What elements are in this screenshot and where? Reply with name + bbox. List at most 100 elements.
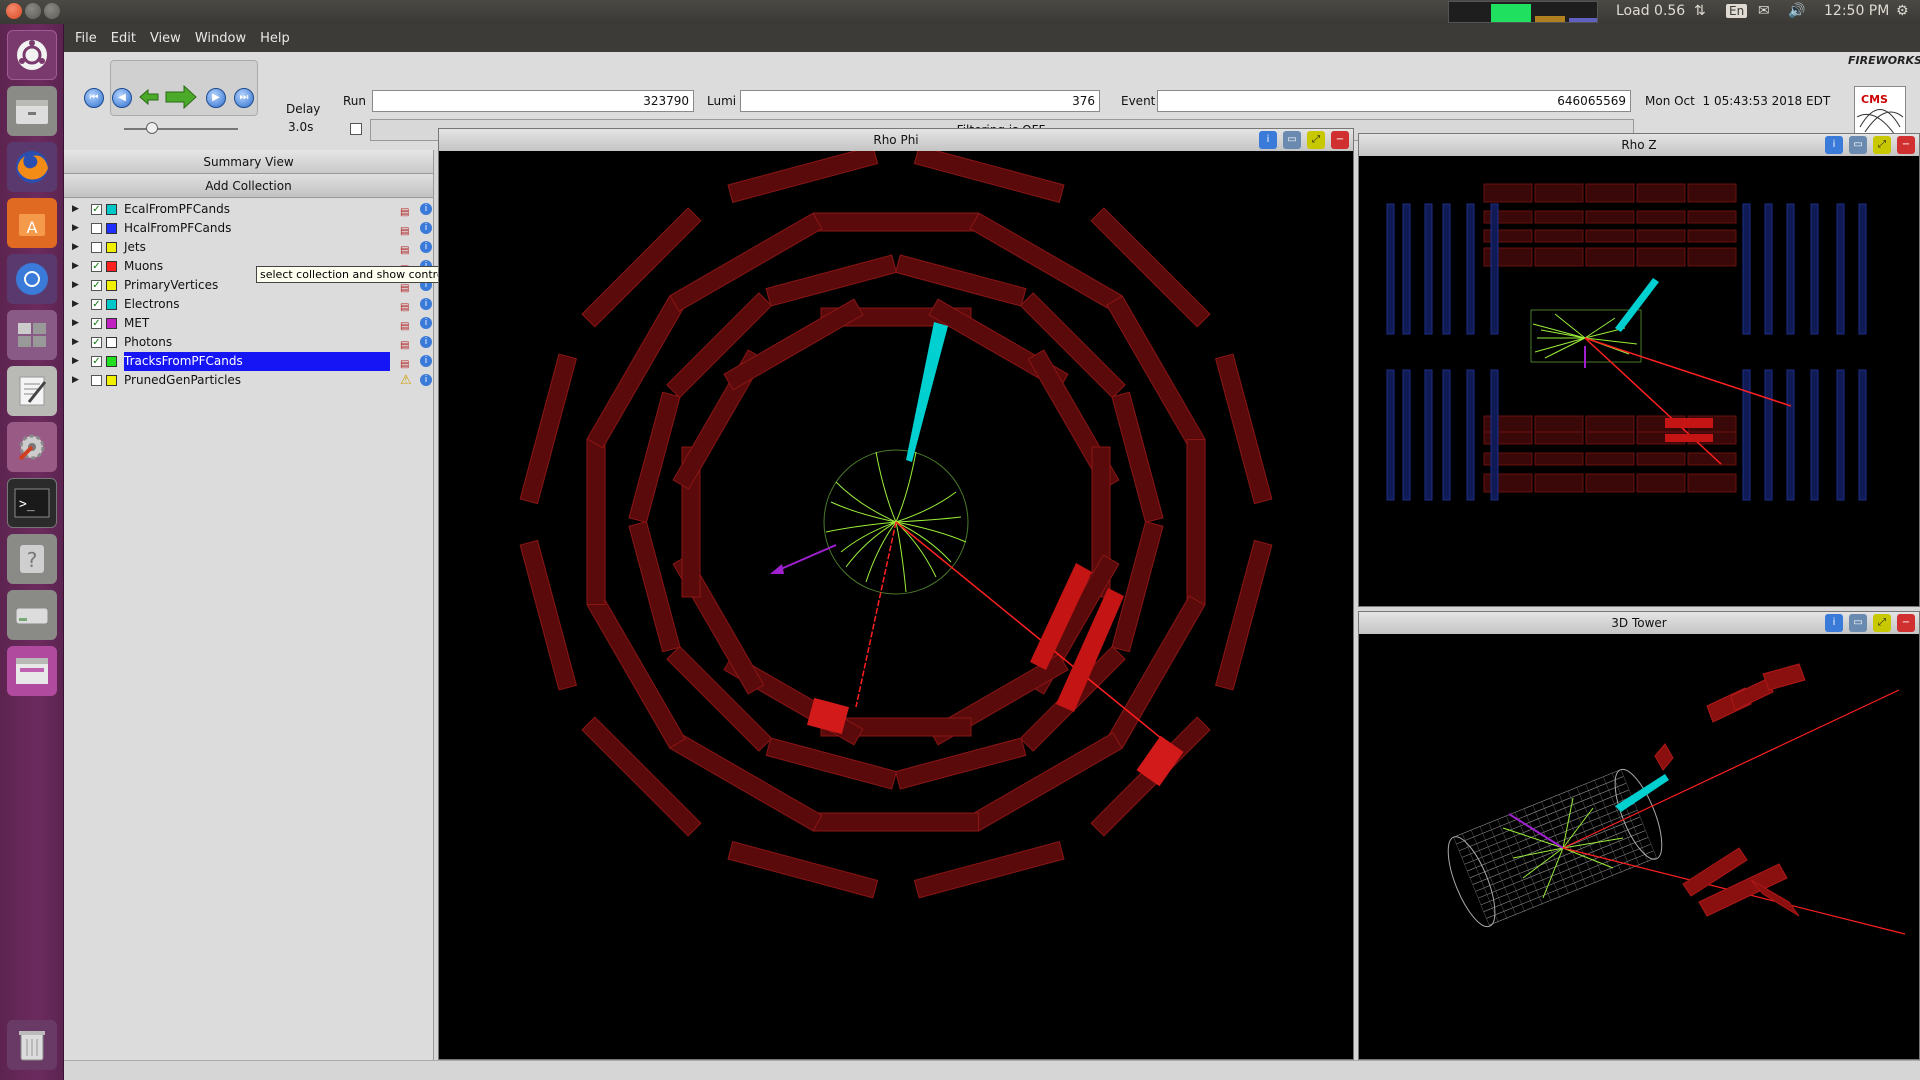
maximize-icon[interactable]: ⤢ — [1307, 131, 1325, 149]
window-close-button[interactable] — [6, 3, 22, 19]
menu-window[interactable]: Window — [195, 31, 246, 46]
load-indicator[interactable]: Load 0.56 — [1616, 3, 1685, 19]
network-icon[interactable]: ⇅ — [1694, 3, 1706, 19]
keyboard-language-indicator[interactable]: En — [1726, 4, 1748, 18]
tower-3d-canvas[interactable] — [1359, 634, 1919, 1059]
info-icon[interactable]: i — [1259, 131, 1277, 149]
workspace-switcher-icon[interactable] — [7, 310, 57, 360]
collection-name[interactable]: HcalFromPFCands — [124, 219, 231, 238]
collection-visibility-checkbox[interactable]: ✓ — [91, 337, 102, 348]
collection-visibility-checkbox[interactable]: ✓ — [91, 356, 102, 367]
text-editor-icon[interactable] — [7, 366, 57, 416]
play-backward-button[interactable] — [138, 86, 160, 111]
collection-name[interactable]: PrunedGenParticles — [124, 371, 241, 390]
system-settings-icon[interactable] — [7, 422, 57, 472]
window-minimize-button[interactable] — [25, 3, 41, 19]
collection-row[interactable]: ▶ ✓ Photons ▤ i — [64, 333, 433, 352]
ubuntu-dash-icon[interactable] — [7, 30, 57, 80]
collection-color-swatch[interactable] — [106, 223, 117, 234]
expand-arrow-icon[interactable]: ▶ — [72, 238, 79, 257]
mail-icon[interactable]: ✉ — [1758, 3, 1770, 19]
next-event-button[interactable]: ▶ — [206, 88, 226, 108]
collection-name[interactable]: Electrons — [124, 295, 179, 314]
clock[interactable]: 12:50 PM — [1824, 3, 1889, 19]
application-window-icon[interactable] — [7, 646, 57, 696]
collection-name[interactable]: TracksFromPFCands — [124, 352, 390, 371]
collection-visibility-checkbox[interactable] — [91, 375, 102, 386]
collection-color-swatch[interactable] — [106, 299, 117, 310]
trash-icon[interactable] — [7, 1020, 57, 1070]
menu-help[interactable]: Help — [260, 31, 290, 46]
collection-row[interactable]: ▶ ✓ EcalFromPFCands ▤ i — [64, 200, 433, 219]
window-maximize-button[interactable] — [44, 3, 60, 19]
add-collection-button[interactable]: Add Collection — [64, 174, 433, 198]
collection-name[interactable]: Muons — [124, 257, 163, 276]
maximize-icon[interactable]: ⤢ — [1873, 136, 1891, 154]
warning-icon[interactable]: ⚠ — [400, 371, 412, 390]
collection-row[interactable]: ▶ Jets ▤ i — [64, 238, 433, 257]
info-icon[interactable]: i — [420, 241, 432, 253]
collection-name[interactable]: MET — [124, 314, 149, 333]
collection-name[interactable]: PrimaryVertices — [124, 276, 218, 295]
firefox-icon[interactable] — [7, 142, 57, 192]
collection-color-swatch[interactable] — [106, 261, 117, 272]
info-icon[interactable]: i — [420, 336, 432, 348]
rho-phi-view[interactable]: Rho Phi i ▭ ⤢ − — [438, 128, 1354, 1060]
collection-row[interactable]: ▶ PrunedGenParticles ⚠ i — [64, 371, 433, 390]
collection-visibility-checkbox[interactable]: ✓ — [91, 204, 102, 215]
software-center-icon[interactable]: A — [7, 198, 57, 248]
expand-arrow-icon[interactable]: ▶ — [72, 295, 79, 314]
close-view-icon[interactable]: − — [1897, 136, 1915, 154]
info-icon[interactable]: i — [1825, 136, 1843, 154]
screenshot-icon[interactable]: ▭ — [1849, 614, 1867, 632]
menu-view[interactable]: View — [150, 31, 181, 46]
rho-z-view[interactable]: Rho Z i ▭ ⤢ − — [1358, 133, 1920, 607]
expand-arrow-icon[interactable]: ▶ — [72, 276, 79, 295]
rho-z-canvas[interactable] — [1359, 156, 1919, 606]
collection-row[interactable]: ▶ ✓ TracksFromPFCands ▤ i — [64, 352, 433, 371]
expand-arrow-icon[interactable]: ▶ — [72, 257, 79, 276]
rho-phi-canvas[interactable] — [439, 151, 1353, 1059]
first-event-button[interactable]: ⏮ — [84, 88, 104, 108]
delay-slider-handle[interactable] — [146, 122, 158, 134]
collection-name[interactable]: EcalFromPFCands — [124, 200, 230, 219]
volume-icon[interactable]: 🔊 — [1788, 3, 1805, 19]
event-field[interactable]: 646065569 — [1157, 90, 1631, 112]
info-icon[interactable]: i — [420, 203, 432, 215]
files-icon[interactable] — [7, 86, 57, 136]
collection-visibility-checkbox[interactable] — [91, 223, 102, 234]
disk-drive-icon[interactable] — [7, 590, 57, 640]
collection-name[interactable]: Photons — [124, 333, 172, 352]
menu-edit[interactable]: Edit — [111, 31, 136, 46]
collection-row[interactable]: ▶ ✓ MET ▤ i — [64, 314, 433, 333]
lumi-field[interactable]: 376 — [740, 90, 1100, 112]
delay-slider-track[interactable] — [124, 128, 238, 130]
collection-visibility-checkbox[interactable]: ✓ — [91, 299, 102, 310]
collection-color-swatch[interactable] — [106, 204, 117, 215]
screenshot-icon[interactable]: ▭ — [1849, 136, 1867, 154]
play-forward-button[interactable] — [164, 84, 198, 113]
menu-file[interactable]: File — [75, 31, 97, 46]
close-view-icon[interactable]: − — [1897, 614, 1915, 632]
last-event-button[interactable]: ⏭ — [234, 88, 254, 108]
filter-checkbox[interactable] — [350, 123, 362, 135]
expand-arrow-icon[interactable]: ▶ — [72, 200, 79, 219]
collection-visibility-checkbox[interactable]: ✓ — [91, 280, 102, 291]
close-view-icon[interactable]: − — [1331, 131, 1349, 149]
gear-icon[interactable]: ⚙ — [1896, 3, 1909, 19]
tower-3d-view[interactable]: 3D Tower i ▭ ⤢ − — [1358, 611, 1920, 1060]
run-field[interactable]: 323790 — [372, 90, 694, 112]
collection-color-swatch[interactable] — [106, 337, 117, 348]
expand-arrow-icon[interactable]: ▶ — [72, 219, 79, 238]
info-icon[interactable]: i — [420, 355, 432, 367]
collection-visibility-checkbox[interactable]: ✓ — [91, 318, 102, 329]
info-icon[interactable]: i — [420, 374, 432, 386]
terminal-icon[interactable]: >_ — [7, 478, 57, 528]
info-icon[interactable]: i — [420, 317, 432, 329]
collection-visibility-checkbox[interactable] — [91, 242, 102, 253]
collection-color-swatch[interactable] — [106, 242, 117, 253]
collection-visibility-checkbox[interactable]: ✓ — [91, 261, 102, 272]
info-icon[interactable]: i — [420, 298, 432, 310]
info-icon[interactable]: i — [420, 222, 432, 234]
system-monitor-graph[interactable] — [1448, 1, 1598, 23]
